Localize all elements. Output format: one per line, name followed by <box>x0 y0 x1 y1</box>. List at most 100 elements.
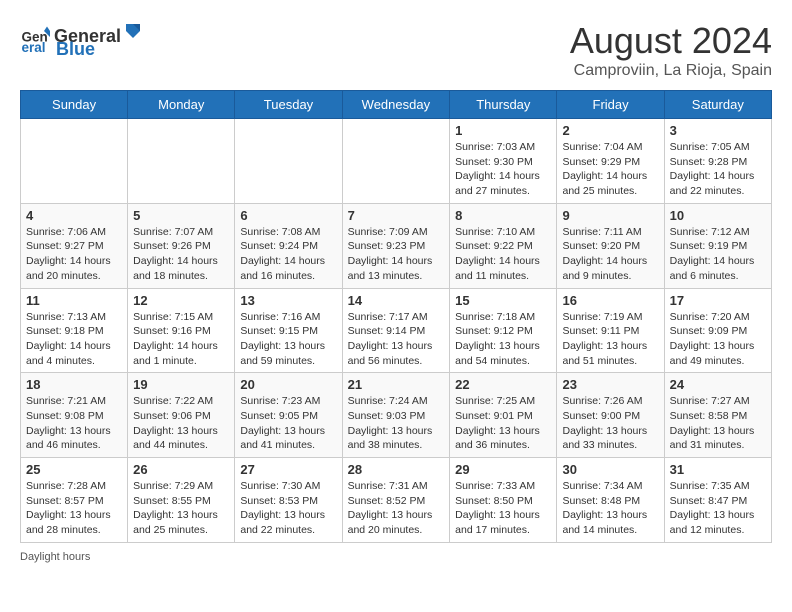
day-number: 18 <box>26 377 122 392</box>
day-info: Sunrise: 7:20 AM Sunset: 9:09 PM Dayligh… <box>670 310 766 369</box>
calendar-day-cell: 28Sunrise: 7:31 AM Sunset: 8:52 PM Dayli… <box>342 458 450 543</box>
day-number: 23 <box>562 377 658 392</box>
day-number: 26 <box>133 462 229 477</box>
day-number: 31 <box>670 462 766 477</box>
day-number: 17 <box>670 293 766 308</box>
calendar-day-cell: 29Sunrise: 7:33 AM Sunset: 8:50 PM Dayli… <box>450 458 557 543</box>
calendar-day-header: Monday <box>128 91 235 119</box>
logo-icon: Gen eral <box>20 25 50 55</box>
day-number: 27 <box>240 462 336 477</box>
day-number: 30 <box>562 462 658 477</box>
calendar-week-row: 1 Sunrise: 7:03 AM Sunset: 9:30 PM Daylig… <box>21 119 772 204</box>
calendar-week-row: 11 Sunrise: 7:13 AM Sunset: 9:18 PM Dayli… <box>21 288 772 373</box>
day-info: Sunrise: 7:28 AM Sunset: 8:57 PM Dayligh… <box>26 479 122 538</box>
day-info: Sunrise: 7:12 AM Sunset: 9:19 PM Dayligh… <box>670 225 766 284</box>
calendar-day-cell: 16 Sunrise: 7:19 AM Sunset: 9:11 PM Dayli… <box>557 288 664 373</box>
svg-text:eral: eral <box>22 40 46 55</box>
calendar-day-cell: 26Sunrise: 7:29 AM Sunset: 8:55 PM Dayli… <box>128 458 235 543</box>
calendar-day-cell: 22 Sunrise: 7:25 AM Sunset: 9:01 PM Dayli… <box>450 373 557 458</box>
day-number: 20 <box>240 377 336 392</box>
calendar-day-header: Thursday <box>450 91 557 119</box>
calendar-day-cell: 25 Sunrise: 7:28 AM Sunset: 8:57 PM Dayli… <box>21 458 128 543</box>
logo: Gen eral General Blue <box>20 20 145 60</box>
day-info: Sunrise: 7:17 AM Sunset: 9:14 PM Dayligh… <box>348 310 445 369</box>
month-year-title: August 2024 <box>570 20 772 62</box>
day-info: Sunrise: 7:13 AM Sunset: 9:18 PM Dayligh… <box>26 310 122 369</box>
day-info: Sunrise: 7:06 AM Sunset: 9:27 PM Dayligh… <box>26 225 122 284</box>
calendar-day-cell: 23 Sunrise: 7:26 AM Sunset: 9:00 PM Dayli… <box>557 373 664 458</box>
calendar-day-cell: 11 Sunrise: 7:13 AM Sunset: 9:18 PM Dayli… <box>21 288 128 373</box>
calendar-day-header: Tuesday <box>235 91 342 119</box>
day-info: Sunrise: 7:35 AM Sunset: 8:47 PM Dayligh… <box>670 479 766 538</box>
logo-arrow-icon <box>122 20 144 42</box>
day-info: Sunrise: 7:25 AM Sunset: 9:01 PM Dayligh… <box>455 394 551 453</box>
day-number: 7 <box>348 208 445 223</box>
calendar-day-cell: 12Sunrise: 7:15 AM Sunset: 9:16 PM Dayli… <box>128 288 235 373</box>
title-section: August 2024 Camproviin, La Rioja, Spain <box>570 20 772 80</box>
day-info: Sunrise: 7:23 AM Sunset: 9:05 PM Dayligh… <box>240 394 336 453</box>
calendar-day-cell: 5 Sunrise: 7:07 AM Sunset: 9:26 PM Daylig… <box>128 203 235 288</box>
day-number: 28 <box>348 462 445 477</box>
day-number: 16 <box>562 293 658 308</box>
calendar-day-header: Sunday <box>21 91 128 119</box>
day-number: 5 <box>133 208 229 223</box>
day-info: Sunrise: 7:07 AM Sunset: 9:26 PM Dayligh… <box>133 225 229 284</box>
calendar-day-cell: 21 Sunrise: 7:24 AM Sunset: 9:03 PM Dayli… <box>342 373 450 458</box>
day-number: 24 <box>670 377 766 392</box>
calendar-day-header: Wednesday <box>342 91 450 119</box>
calendar-day-cell <box>235 119 342 204</box>
calendar-day-cell: 19 Sunrise: 7:22 AM Sunset: 9:06 PM Dayli… <box>128 373 235 458</box>
day-number: 4 <box>26 208 122 223</box>
day-info: Sunrise: 7:08 AM Sunset: 9:24 PM Dayligh… <box>240 225 336 284</box>
calendar-day-cell: 7 Sunrise: 7:09 AM Sunset: 9:23 PM Daylig… <box>342 203 450 288</box>
day-number: 11 <box>26 293 122 308</box>
day-info: Sunrise: 7:10 AM Sunset: 9:22 PM Dayligh… <box>455 225 551 284</box>
day-number: 19 <box>133 377 229 392</box>
day-number: 6 <box>240 208 336 223</box>
calendar-day-header: Friday <box>557 91 664 119</box>
day-info: Sunrise: 7:22 AM Sunset: 9:06 PM Dayligh… <box>133 394 229 453</box>
day-number: 13 <box>240 293 336 308</box>
day-number: 12 <box>133 293 229 308</box>
day-number: 8 <box>455 208 551 223</box>
day-number: 3 <box>670 123 766 138</box>
calendar-day-cell: 6 Sunrise: 7:08 AM Sunset: 9:24 PM Daylig… <box>235 203 342 288</box>
day-info: Sunrise: 7:11 AM Sunset: 9:20 PM Dayligh… <box>562 225 658 284</box>
day-number: 2 <box>562 123 658 138</box>
day-info: Sunrise: 7:09 AM Sunset: 9:23 PM Dayligh… <box>348 225 445 284</box>
day-info: Sunrise: 7:03 AM Sunset: 9:30 PM Dayligh… <box>455 140 551 199</box>
calendar-week-row: 25 Sunrise: 7:28 AM Sunset: 8:57 PM Dayli… <box>21 458 772 543</box>
calendar-day-cell <box>342 119 450 204</box>
day-info: Sunrise: 7:24 AM Sunset: 9:03 PM Dayligh… <box>348 394 445 453</box>
day-info: Sunrise: 7:19 AM Sunset: 9:11 PM Dayligh… <box>562 310 658 369</box>
day-info: Sunrise: 7:34 AM Sunset: 8:48 PM Dayligh… <box>562 479 658 538</box>
calendar-day-cell: 8 Sunrise: 7:10 AM Sunset: 9:22 PM Daylig… <box>450 203 557 288</box>
footer: Daylight hours <box>20 551 772 563</box>
calendar-day-cell: 18 Sunrise: 7:21 AM Sunset: 9:08 PM Dayli… <box>21 373 128 458</box>
calendar-day-cell: 9Sunrise: 7:11 AM Sunset: 9:20 PM Daylig… <box>557 203 664 288</box>
calendar-day-cell: 15 Sunrise: 7:18 AM Sunset: 9:12 PM Dayli… <box>450 288 557 373</box>
day-number: 21 <box>348 377 445 392</box>
calendar-day-cell: 20 Sunrise: 7:23 AM Sunset: 9:05 PM Dayli… <box>235 373 342 458</box>
calendar-day-cell: 27Sunrise: 7:30 AM Sunset: 8:53 PM Dayli… <box>235 458 342 543</box>
page-header: Gen eral General Blue August 2024 Campro… <box>20 20 772 80</box>
calendar-header-row: SundayMondayTuesdayWednesdayThursdayFrid… <box>21 91 772 119</box>
calendar-week-row: 4 Sunrise: 7:06 AM Sunset: 9:27 PM Daylig… <box>21 203 772 288</box>
day-number: 15 <box>455 293 551 308</box>
day-number: 22 <box>455 377 551 392</box>
daylight-label: Daylight hours <box>20 551 90 563</box>
day-number: 25 <box>26 462 122 477</box>
day-info: Sunrise: 7:16 AM Sunset: 9:15 PM Dayligh… <box>240 310 336 369</box>
calendar-day-cell: 2Sunrise: 7:04 AM Sunset: 9:29 PM Daylig… <box>557 119 664 204</box>
day-number: 10 <box>670 208 766 223</box>
day-number: 1 <box>455 123 551 138</box>
day-info: Sunrise: 7:26 AM Sunset: 9:00 PM Dayligh… <box>562 394 658 453</box>
day-number: 29 <box>455 462 551 477</box>
day-info: Sunrise: 7:21 AM Sunset: 9:08 PM Dayligh… <box>26 394 122 453</box>
calendar-day-cell: 13 Sunrise: 7:16 AM Sunset: 9:15 PM Dayli… <box>235 288 342 373</box>
calendar-day-cell: 10 Sunrise: 7:12 AM Sunset: 9:19 PM Dayli… <box>664 203 771 288</box>
calendar-day-cell: 3Sunrise: 7:05 AM Sunset: 9:28 PM Daylig… <box>664 119 771 204</box>
day-info: Sunrise: 7:18 AM Sunset: 9:12 PM Dayligh… <box>455 310 551 369</box>
day-number: 14 <box>348 293 445 308</box>
calendar-table: SundayMondayTuesdayWednesdayThursdayFrid… <box>20 90 772 543</box>
